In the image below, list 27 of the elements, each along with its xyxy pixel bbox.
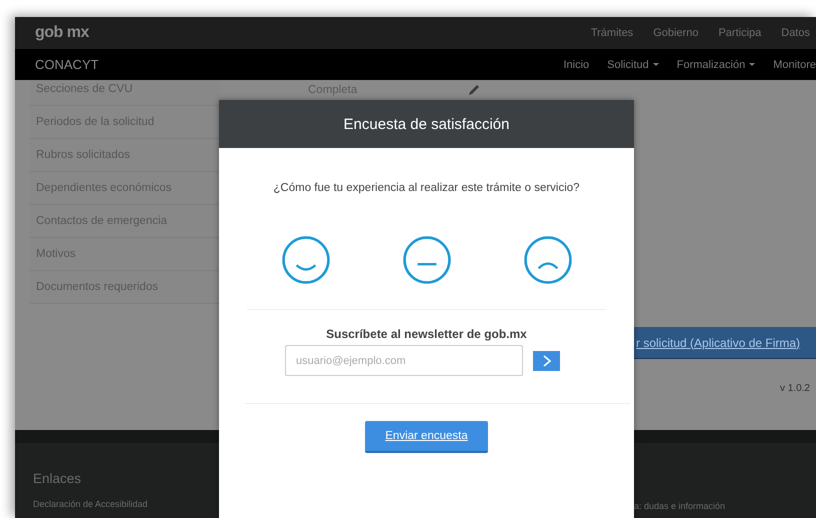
site-logo[interactable]: gob mx: [35, 24, 89, 42]
top-nav-link[interactable]: Datos: [781, 27, 810, 39]
survey-question: ¿Cómo fue tu experiencia al realizar este trámite o servicio?: [272, 182, 581, 194]
nav-menu-item[interactable]: Formalización: [676, 58, 756, 70]
nav-menu-item[interactable]: Inicio: [563, 58, 590, 70]
sign-request-button[interactable]: r solicitud (Aplicativo de Firma): [634, 327, 816, 359]
version-text: v 1.0.2: [780, 383, 810, 394]
caret-icon: [749, 63, 756, 66]
send-survey-button[interactable]: Enviar encuesta: [365, 421, 488, 453]
caret-icon: [652, 63, 659, 66]
top-nav-link[interactable]: Gobierno: [653, 27, 698, 39]
top-nav-link[interactable]: Participa: [718, 27, 762, 39]
subscribe-button[interactable]: [533, 350, 560, 370]
nav-menu-item[interactable]: Monitore: [773, 58, 816, 70]
site-title: CONACYT: [35, 57, 99, 72]
nav-menu-item[interactable]: Solicitud: [607, 58, 659, 70]
top-nav-link[interactable]: Trámites: [590, 27, 634, 39]
email-field[interactable]: usuario@ejemplo.com: [285, 345, 523, 376]
newsletter-title: Suscríbete al newsletter de gob.mx: [325, 327, 528, 341]
footer-heading: Enlaces: [33, 471, 82, 486]
happy-face-icon[interactable]: [282, 236, 330, 284]
neutral-face-icon[interactable]: [402, 236, 450, 284]
dialog-title: Encuesta de satisfacción: [219, 100, 634, 148]
sad-face-icon[interactable]: [524, 236, 572, 284]
chevron-right-icon: [542, 354, 550, 366]
footer-contact-text: a: dudas e información: [634, 501, 726, 511]
pencil-icon[interactable]: [467, 82, 482, 96]
